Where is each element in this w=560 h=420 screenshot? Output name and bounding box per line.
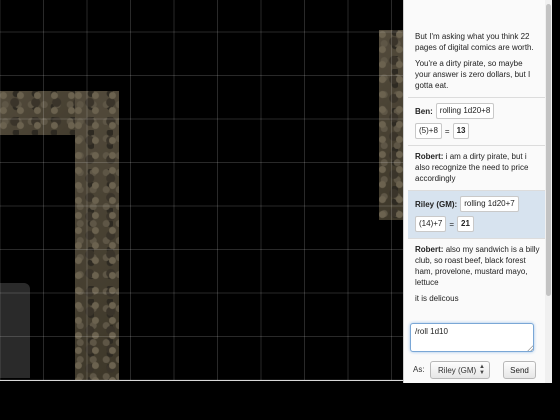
game-map[interactable]	[0, 0, 403, 420]
roll-equals: =	[449, 219, 455, 229]
roll-formula: rolling 1d20+7	[460, 196, 519, 212]
message-author: Robert:	[415, 245, 444, 254]
chat-scrollbar[interactable]	[545, 0, 552, 383]
roll-formula: rolling 1d20+8	[435, 103, 495, 119]
map-bottom-bar	[0, 381, 403, 420]
speaking-as-label: As:	[413, 365, 425, 374]
speaking-as-value: Riley (GM)	[438, 365, 477, 375]
roll-total: 21	[457, 216, 474, 232]
chat-message: Robert: i am a dirty pirate, but i also …	[408, 146, 545, 191]
chat-message: But I'm asking what you think 22 pages o…	[408, 0, 545, 98]
resize-grip-icon[interactable]	[527, 345, 533, 351]
roll-dice: (5)+8	[415, 123, 442, 139]
select-chevron-icon: ▲ ▼	[479, 364, 485, 376]
chat-input[interactable]	[410, 323, 534, 352]
message-author: Ben:	[415, 106, 433, 116]
message-text: You're a dirty pirate, so maybe your ans…	[415, 59, 531, 90]
message-text: But I'm asking what you think 22 pages o…	[415, 32, 534, 52]
stone-wall-left-column	[75, 91, 119, 381]
roll-equals: =	[444, 126, 450, 136]
message-author: Robert:	[415, 152, 444, 161]
message-author: Riley (GM):	[415, 199, 458, 209]
chat-message: Robert: also my sandwich is a billy club…	[408, 239, 545, 310]
chat-messages[interactable]: But I'm asking what you think 22 pages o…	[408, 0, 545, 318]
message-text: it is delicous	[415, 294, 459, 303]
map-token[interactable]	[0, 283, 30, 378]
scrollbar-thumb[interactable]	[546, 4, 551, 296]
stone-wall-right-strip	[379, 30, 403, 220]
send-button[interactable]: Send	[503, 361, 536, 379]
speaking-as-select[interactable]: Riley (GM) ▲ ▼	[430, 361, 490, 379]
roll-dice: (14)+7	[415, 216, 447, 232]
map-grid	[0, 0, 403, 420]
chat-roll-message: Ben: rolling 1d20+8 (5)+8 = 13	[408, 98, 545, 146]
chat-roll-message-gm: Riley (GM): rolling 1d20+7 (14)+7 = 21	[408, 191, 545, 239]
roll-total: 13	[452, 123, 470, 139]
window-edge	[552, 0, 560, 420]
